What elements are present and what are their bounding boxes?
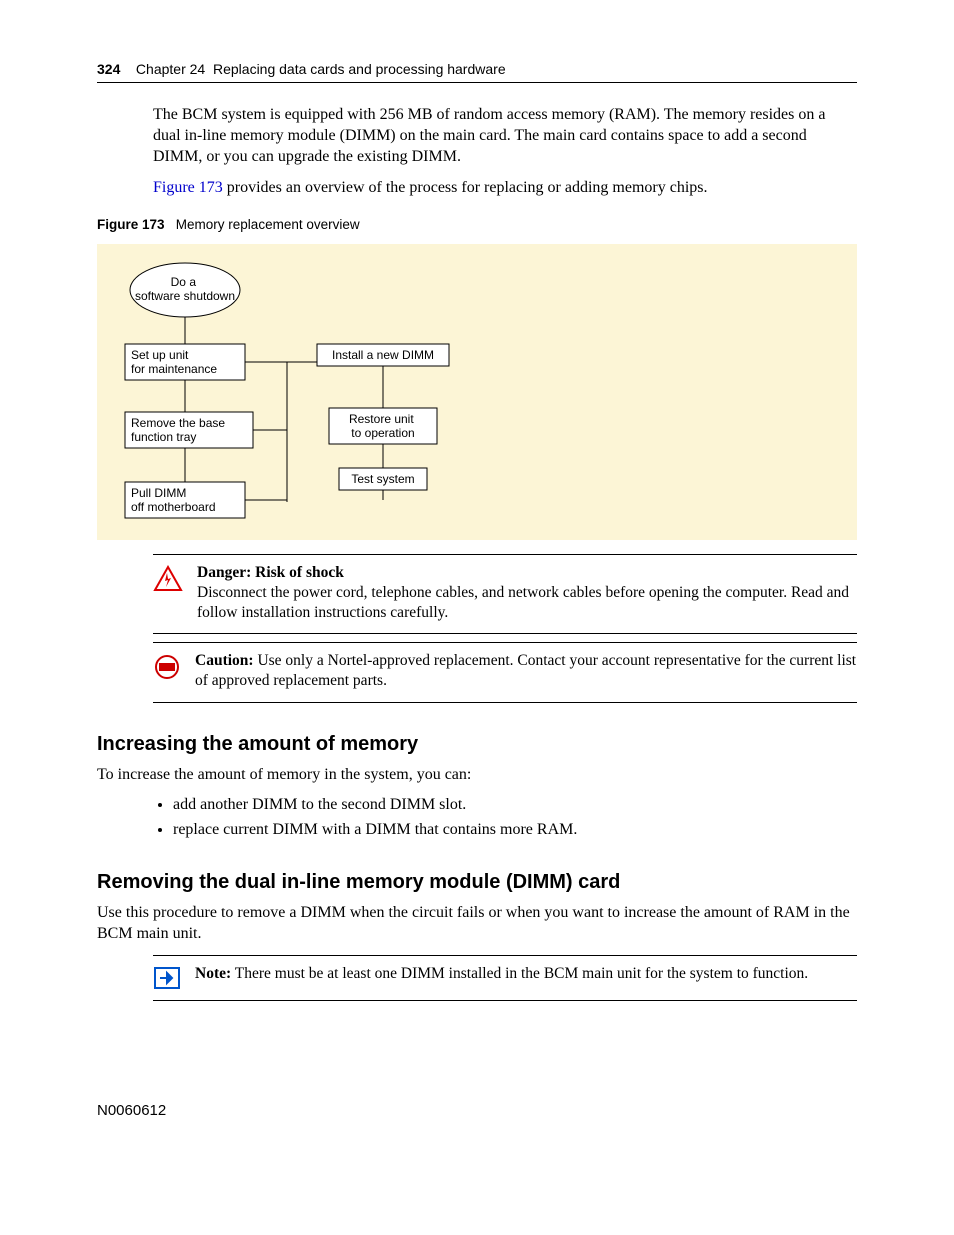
flow-step-4b: Test system bbox=[351, 472, 414, 486]
section1-intro: To increase the amount of memory in the … bbox=[97, 765, 857, 786]
caution-body: Use only a Nortel-approved replacement. … bbox=[195, 652, 856, 689]
note-body: There must be at least one DIMM installe… bbox=[231, 965, 808, 982]
list-item: replace current DIMM with a DIMM that co… bbox=[173, 820, 857, 841]
memory-options-list: add another DIMM to the second DIMM slot… bbox=[153, 795, 857, 841]
caution-icon bbox=[153, 653, 181, 681]
danger-icon bbox=[153, 565, 183, 593]
doc-id-footer: N0060612 bbox=[97, 1101, 857, 1121]
figure-link[interactable]: Figure 173 bbox=[153, 179, 223, 196]
section2-intro: Use this procedure to remove a DIMM when… bbox=[97, 903, 857, 945]
figure-caption: Figure 173 Memory replacement overview bbox=[97, 216, 857, 234]
note-callout: Note: There must be at least one DIMM in… bbox=[153, 955, 857, 1001]
list-item: add another DIMM to the second DIMM slot… bbox=[173, 795, 857, 816]
intro-paragraph-1: The BCM system is equipped with 256 MB o… bbox=[153, 105, 857, 167]
note-icon bbox=[153, 966, 181, 990]
flow-step-2b: Install a new DIMM bbox=[332, 348, 434, 362]
page-header: 324 Chapter 24 Replacing data cards and … bbox=[97, 60, 857, 83]
flow-step-3b: Restore unit to operation bbox=[349, 412, 417, 440]
danger-callout: Danger: Risk of shock Disconnect the pow… bbox=[153, 554, 857, 634]
flowchart-diagram: Do a software shutdown Set up unit for m… bbox=[97, 244, 857, 540]
chapter-label: Chapter 24 bbox=[136, 61, 205, 77]
heading-increasing-memory: Increasing the amount of memory bbox=[97, 731, 857, 757]
danger-body: Disconnect the power cord, telephone cab… bbox=[197, 584, 849, 621]
caution-callout: Caution: Use only a Nortel-approved repl… bbox=[153, 642, 857, 702]
heading-removing-dimm: Removing the dual in-line memory module … bbox=[97, 869, 857, 895]
page-number: 324 bbox=[97, 61, 120, 77]
chapter-title: Replacing data cards and processing hard… bbox=[213, 61, 506, 77]
intro-paragraph-2: Figure 173 provides an overview of the p… bbox=[153, 178, 857, 199]
